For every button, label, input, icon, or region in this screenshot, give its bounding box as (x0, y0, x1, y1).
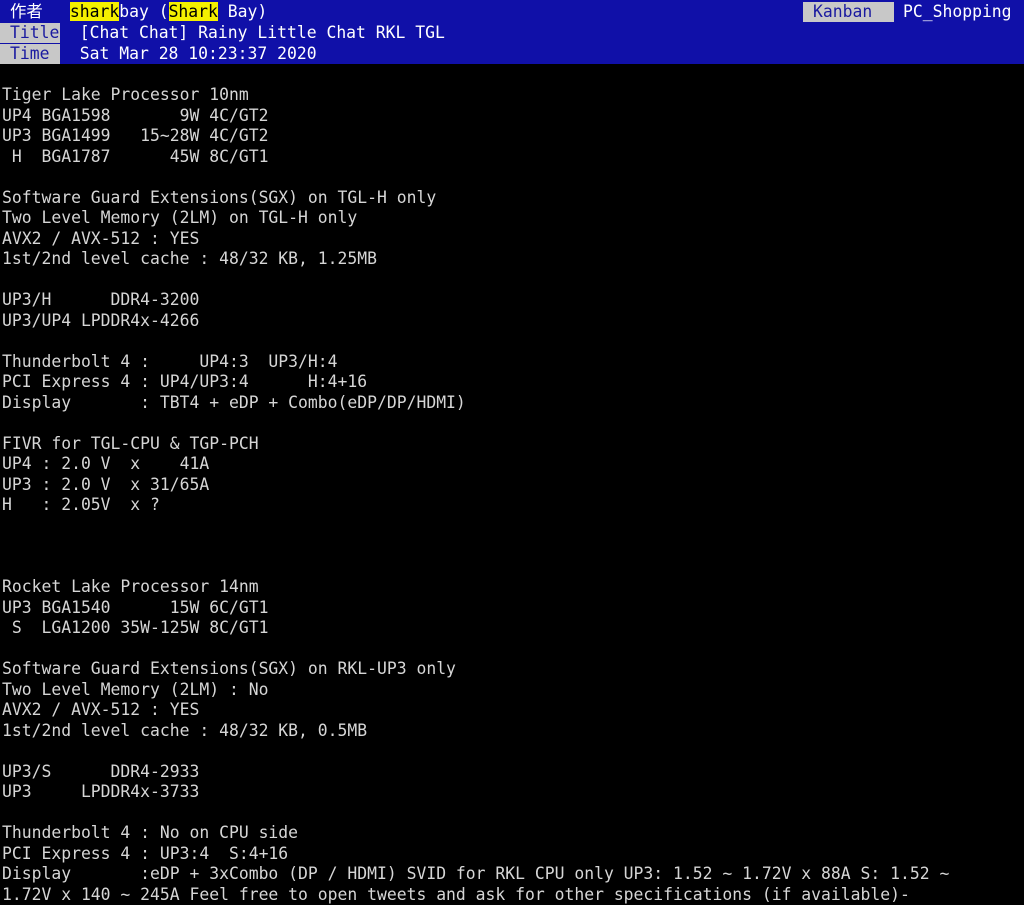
body-line: UP3 LPDDR4x-3733 (2, 782, 1022, 803)
author-highlight-2: Shark (169, 2, 218, 21)
body-line (2, 413, 1022, 434)
body-line: AVX2 / AVX-512 : YES (2, 229, 1022, 250)
body-line: UP3 BGA1499 15~28W 4C/GT2 (2, 126, 1022, 147)
time-row: Time Sat Mar 28 10:23:37 2020 (0, 44, 317, 64)
author-row: 作者 sharkbay (Shark Bay) (0, 2, 267, 22)
body-line: Thunderbolt 4 : No on CPU side (2, 823, 1022, 844)
article-header: 作者 sharkbay (Shark Bay) Title [Chat Chat… (0, 0, 1024, 64)
author-text-1: bay ( (119, 2, 168, 21)
author-space (60, 2, 70, 21)
body-line: Two Level Memory (2LM) : No (2, 680, 1022, 701)
body-line: Software Guard Extensions(SGX) on RKL-UP… (2, 659, 1022, 680)
kanban-label: Kanban (803, 2, 894, 22)
body-line: 1.72V x 140 ~ 245A Feel free to open twe… (2, 885, 1022, 905)
body-line: UP4 BGA1598 9W 4C/GT2 (2, 106, 1022, 127)
author-value[interactable]: sharkbay (Shark Bay) (60, 2, 267, 21)
author-highlight-1: shark (70, 2, 119, 21)
author-text-2: Bay) (218, 2, 267, 21)
body-line: AVX2 / AVX-512 : YES (2, 700, 1022, 721)
body-line (2, 516, 1022, 537)
body-line: H BGA1787 45W 8C/GT1 (2, 147, 1022, 168)
time-label: Time (0, 44, 60, 64)
body-line: 1st/2nd level cache : 48/32 KB, 1.25MB (2, 249, 1022, 270)
body-line: Display : TBT4 + eDP + Combo(eDP/DP/HDMI… (2, 393, 1022, 414)
body-line (2, 557, 1022, 578)
body-line (2, 270, 1022, 291)
body-line: UP3 : 2.0 V x 31/65A (2, 475, 1022, 496)
title-row: Title [Chat Chat] Rainy Little Chat RKL … (0, 23, 445, 43)
body-line (2, 741, 1022, 762)
body-line: Thunderbolt 4 : UP4:3 UP3/H:4 (2, 352, 1022, 373)
body-line: UP3/UP4 LPDDR4x-4266 (2, 311, 1022, 332)
body-line: 1st/2nd level cache : 48/32 KB, 0.5MB (2, 721, 1022, 742)
body-line: PCI Express 4 : UP4/UP3:4 H:4+16 (2, 372, 1022, 393)
title-value: [Chat Chat] Rainy Little Chat RKL TGL (80, 23, 445, 42)
body-line: UP3/H DDR4-3200 (2, 290, 1022, 311)
title-label: Title (0, 23, 60, 43)
body-line: Tiger Lake Processor 10nm (2, 85, 1022, 106)
body-line: UP3/S DDR4-2933 (2, 762, 1022, 783)
body-line: H : 2.05V x ? (2, 495, 1022, 516)
body-line: Two Level Memory (2LM) on TGL-H only (2, 208, 1022, 229)
body-line: FIVR for TGL-CPU & TGP-PCH (2, 434, 1022, 455)
body-line: PCI Express 4 : UP3:4 S:4+16 (2, 844, 1022, 865)
body-line (2, 167, 1022, 188)
body-line (2, 803, 1022, 824)
board-name[interactable]: PC_Shopping (903, 2, 1012, 22)
article-body: Tiger Lake Processor 10nm UP4 BGA1598 9W… (2, 85, 1022, 905)
body-line: UP4 : 2.0 V x 41A (2, 454, 1022, 475)
body-line (2, 536, 1022, 557)
body-line: UP3 BGA1540 15W 6C/GT1 (2, 598, 1022, 619)
body-line: Display :eDP + 3xCombo (DP / HDMI) SVID … (2, 864, 1022, 885)
body-line: Software Guard Extensions(SGX) on TGL-H … (2, 188, 1022, 209)
body-line (2, 639, 1022, 660)
author-label: 作者 (0, 2, 60, 22)
time-value: Sat Mar 28 10:23:37 2020 (80, 44, 317, 63)
body-line: Rocket Lake Processor 14nm (2, 577, 1022, 598)
body-line: S LGA1200 35W-125W 8C/GT1 (2, 618, 1022, 639)
body-line (2, 331, 1022, 352)
